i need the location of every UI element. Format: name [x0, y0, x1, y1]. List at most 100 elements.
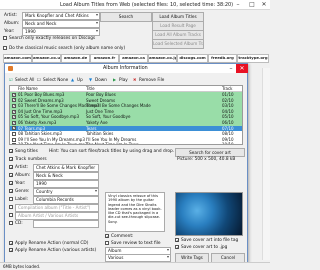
up-button[interactable]: ▲ Up: [71, 76, 83, 83]
select-none-button[interactable]: ☐ Select None: [37, 76, 68, 83]
year-combo[interactable]: 1990: [22, 28, 100, 36]
artist-combo[interactable]: Mark Knopfler and Chet Atkins: [22, 12, 100, 20]
minimize-icon[interactable]: –: [232, 0, 244, 9]
store-amazon-co-uk[interactable]: amazon.co.uk: [32, 54, 61, 63]
track-row[interactable]: 10 The Next Time I'm In Town.mp3 The Next…: [10, 142, 242, 145]
compilation-field[interactable]: Compilation album ("Title - Artist"): [15, 204, 99, 212]
album-label: Album:: [4, 21, 20, 26]
play-icon: ▶: [113, 77, 117, 82]
album-information-dialog: Album Information – ✕ ☑ Select All ☐ Selec…: [4, 63, 248, 263]
rename-normal-label: Apply Rename Action (normal CD): [15, 241, 89, 246]
review-text[interactable]: Vinyl classics reissue of this 1990 albu…: [105, 192, 165, 232]
save-cover-tag-checkbox[interactable]: ✓: [175, 238, 179, 243]
status-bar: 6MB bytes loaded.: [0, 262, 270, 270]
album-field-checkbox[interactable]: ✓: [9, 173, 13, 178]
track-checkbox[interactable]: [12, 131, 16, 136]
album-artist-field[interactable]: Album Artist / Various Artists: [15, 212, 99, 220]
save-cover-tag-label: Save cover art into file tag: [181, 238, 239, 243]
rename-various-label: Apply Rename Action (various artists): [15, 248, 97, 253]
cover-art-image: [175, 192, 243, 236]
up-label: Up: [77, 77, 83, 82]
album-combo[interactable]: Neck and Neck: [22, 20, 100, 28]
label-field-label: Label:: [15, 197, 29, 202]
track-checkbox[interactable]: ✓: [12, 115, 16, 120]
track-checkbox[interactable]: [12, 137, 16, 142]
song-titles-checkbox[interactable]: ✓: [9, 149, 13, 154]
cd-label: CD:: [15, 221, 23, 226]
year-field-checkbox[interactable]: ✓: [9, 181, 13, 186]
store-amazon-co-jp[interactable]: amazon.co.jp: [148, 54, 177, 63]
store-amazon-ca[interactable]: amazon.ca: [119, 54, 148, 63]
store-amazon-fr[interactable]: amazon.fr: [90, 54, 119, 63]
track-numbers-checkbox[interactable]: ✓: [9, 157, 13, 162]
track-checkbox[interactable]: ✓: [12, 120, 16, 125]
year-label: Year:: [4, 29, 15, 34]
play-button[interactable]: ▶ Play: [113, 76, 128, 83]
store-tracktype[interactable]: tracktype.org: [237, 54, 269, 63]
down-button[interactable]: ▼ Down: [89, 76, 107, 83]
main-scrollbar[interactable]: [262, 68, 270, 260]
album-field-input[interactable]: Neck & Neck: [33, 172, 99, 180]
uncheck-icon: ☐: [37, 77, 41, 82]
header-file-name[interactable]: File Name: [18, 86, 38, 91]
window-title: Load Album Titles from Web (selected fil…: [60, 2, 234, 8]
label-field-input[interactable]: Columbia Records: [33, 196, 99, 204]
app-icon: [8, 66, 13, 71]
header-track[interactable]: Track: [222, 86, 232, 91]
store-discogs[interactable]: discogs.com: [177, 54, 208, 63]
artist-field-checkbox[interactable]: ✓: [9, 165, 13, 170]
track-title: The Next Time I'm In Town: [86, 142, 139, 145]
comment-label: Comment:: [111, 234, 134, 239]
label-field-checkbox[interactable]: [9, 197, 13, 201]
track-checkbox[interactable]: ✓: [12, 92, 16, 97]
main-title-bar: Load Album Titles from Web (selected fil…: [0, 0, 270, 10]
comment-checkbox[interactable]: ✓: [105, 234, 109, 239]
store-amazon-com[interactable]: amazon.com: [3, 54, 32, 63]
rename-normal-checkbox[interactable]: ✓: [9, 241, 13, 246]
sort-hint: Hint: You can sort files/track titles by…: [49, 149, 175, 154]
rename-various-combo[interactable]: Various: [105, 254, 171, 262]
rename-various-checkbox[interactable]: ✓: [9, 248, 13, 253]
load-selected-album-tracks-button[interactable]: Load Selected Album Tracks: [152, 39, 204, 49]
genre-field-checkbox[interactable]: ✓: [9, 189, 13, 194]
search-cover-art-button[interactable]: Search for cover art: [175, 148, 245, 157]
track-checkbox[interactable]: [12, 143, 16, 144]
cd-field-input[interactable]: [33, 220, 99, 228]
compilation-checkbox[interactable]: [9, 205, 13, 209]
store-amazon-de[interactable]: amazon.de: [61, 54, 90, 63]
cd-checkbox[interactable]: [9, 221, 13, 225]
remove-file-button[interactable]: ✖ Remove File: [133, 76, 164, 83]
track-checkbox[interactable]: ✓: [12, 109, 16, 114]
header-title[interactable]: Title: [86, 86, 95, 91]
save-cover-jpg-checkbox[interactable]: ✓: [175, 245, 179, 250]
dialog-close-icon[interactable]: ✕: [236, 64, 248, 73]
song-titles-label: Song titles: [15, 149, 38, 154]
album-artist-checkbox[interactable]: [9, 213, 13, 217]
dialog-title: Album Information: [103, 66, 148, 71]
select-all-button[interactable]: ☑ Select All: [9, 76, 34, 83]
genre-field-label: Genre:: [15, 189, 30, 194]
discogs-exact-label: Search only exactly releases on Discogs: [9, 36, 96, 41]
search-button[interactable]: Search: [100, 12, 152, 22]
track-checkbox[interactable]: ✓: [12, 98, 16, 103]
artist-field-label: Artist:: [15, 165, 28, 170]
select-none-label: Select None: [43, 77, 69, 82]
track-list[interactable]: File Name Title Track ✓ 01 Poor Boy Blues…: [9, 85, 243, 145]
remove-file-label: Remove File: [139, 77, 165, 82]
track-file-name: 10 The Next Time I'm In Town.mp3: [18, 142, 88, 145]
classic-search-checkbox[interactable]: [3, 46, 7, 50]
remove-icon: ✖: [133, 77, 137, 82]
save-review-label: Save review to text file: [111, 241, 161, 246]
year-field-input[interactable]: 1990: [33, 180, 99, 188]
arrow-up-icon: ▲: [71, 77, 75, 82]
store-freedb[interactable]: freedb.org: [208, 54, 237, 63]
discogs-exact-checkbox[interactable]: [3, 36, 7, 40]
track-checkbox[interactable]: ✓: [12, 126, 16, 131]
close-icon[interactable]: ✕: [258, 0, 270, 9]
track-checkbox[interactable]: ✓: [12, 103, 16, 108]
artist-field-input[interactable]: Chet Atkins & Mark Knopfler: [33, 164, 99, 172]
genre-field-combo[interactable]: Country: [33, 188, 99, 196]
save-review-checkbox[interactable]: [105, 241, 109, 245]
maximize-icon[interactable]: □: [246, 0, 258, 9]
down-label: Down: [95, 77, 107, 82]
